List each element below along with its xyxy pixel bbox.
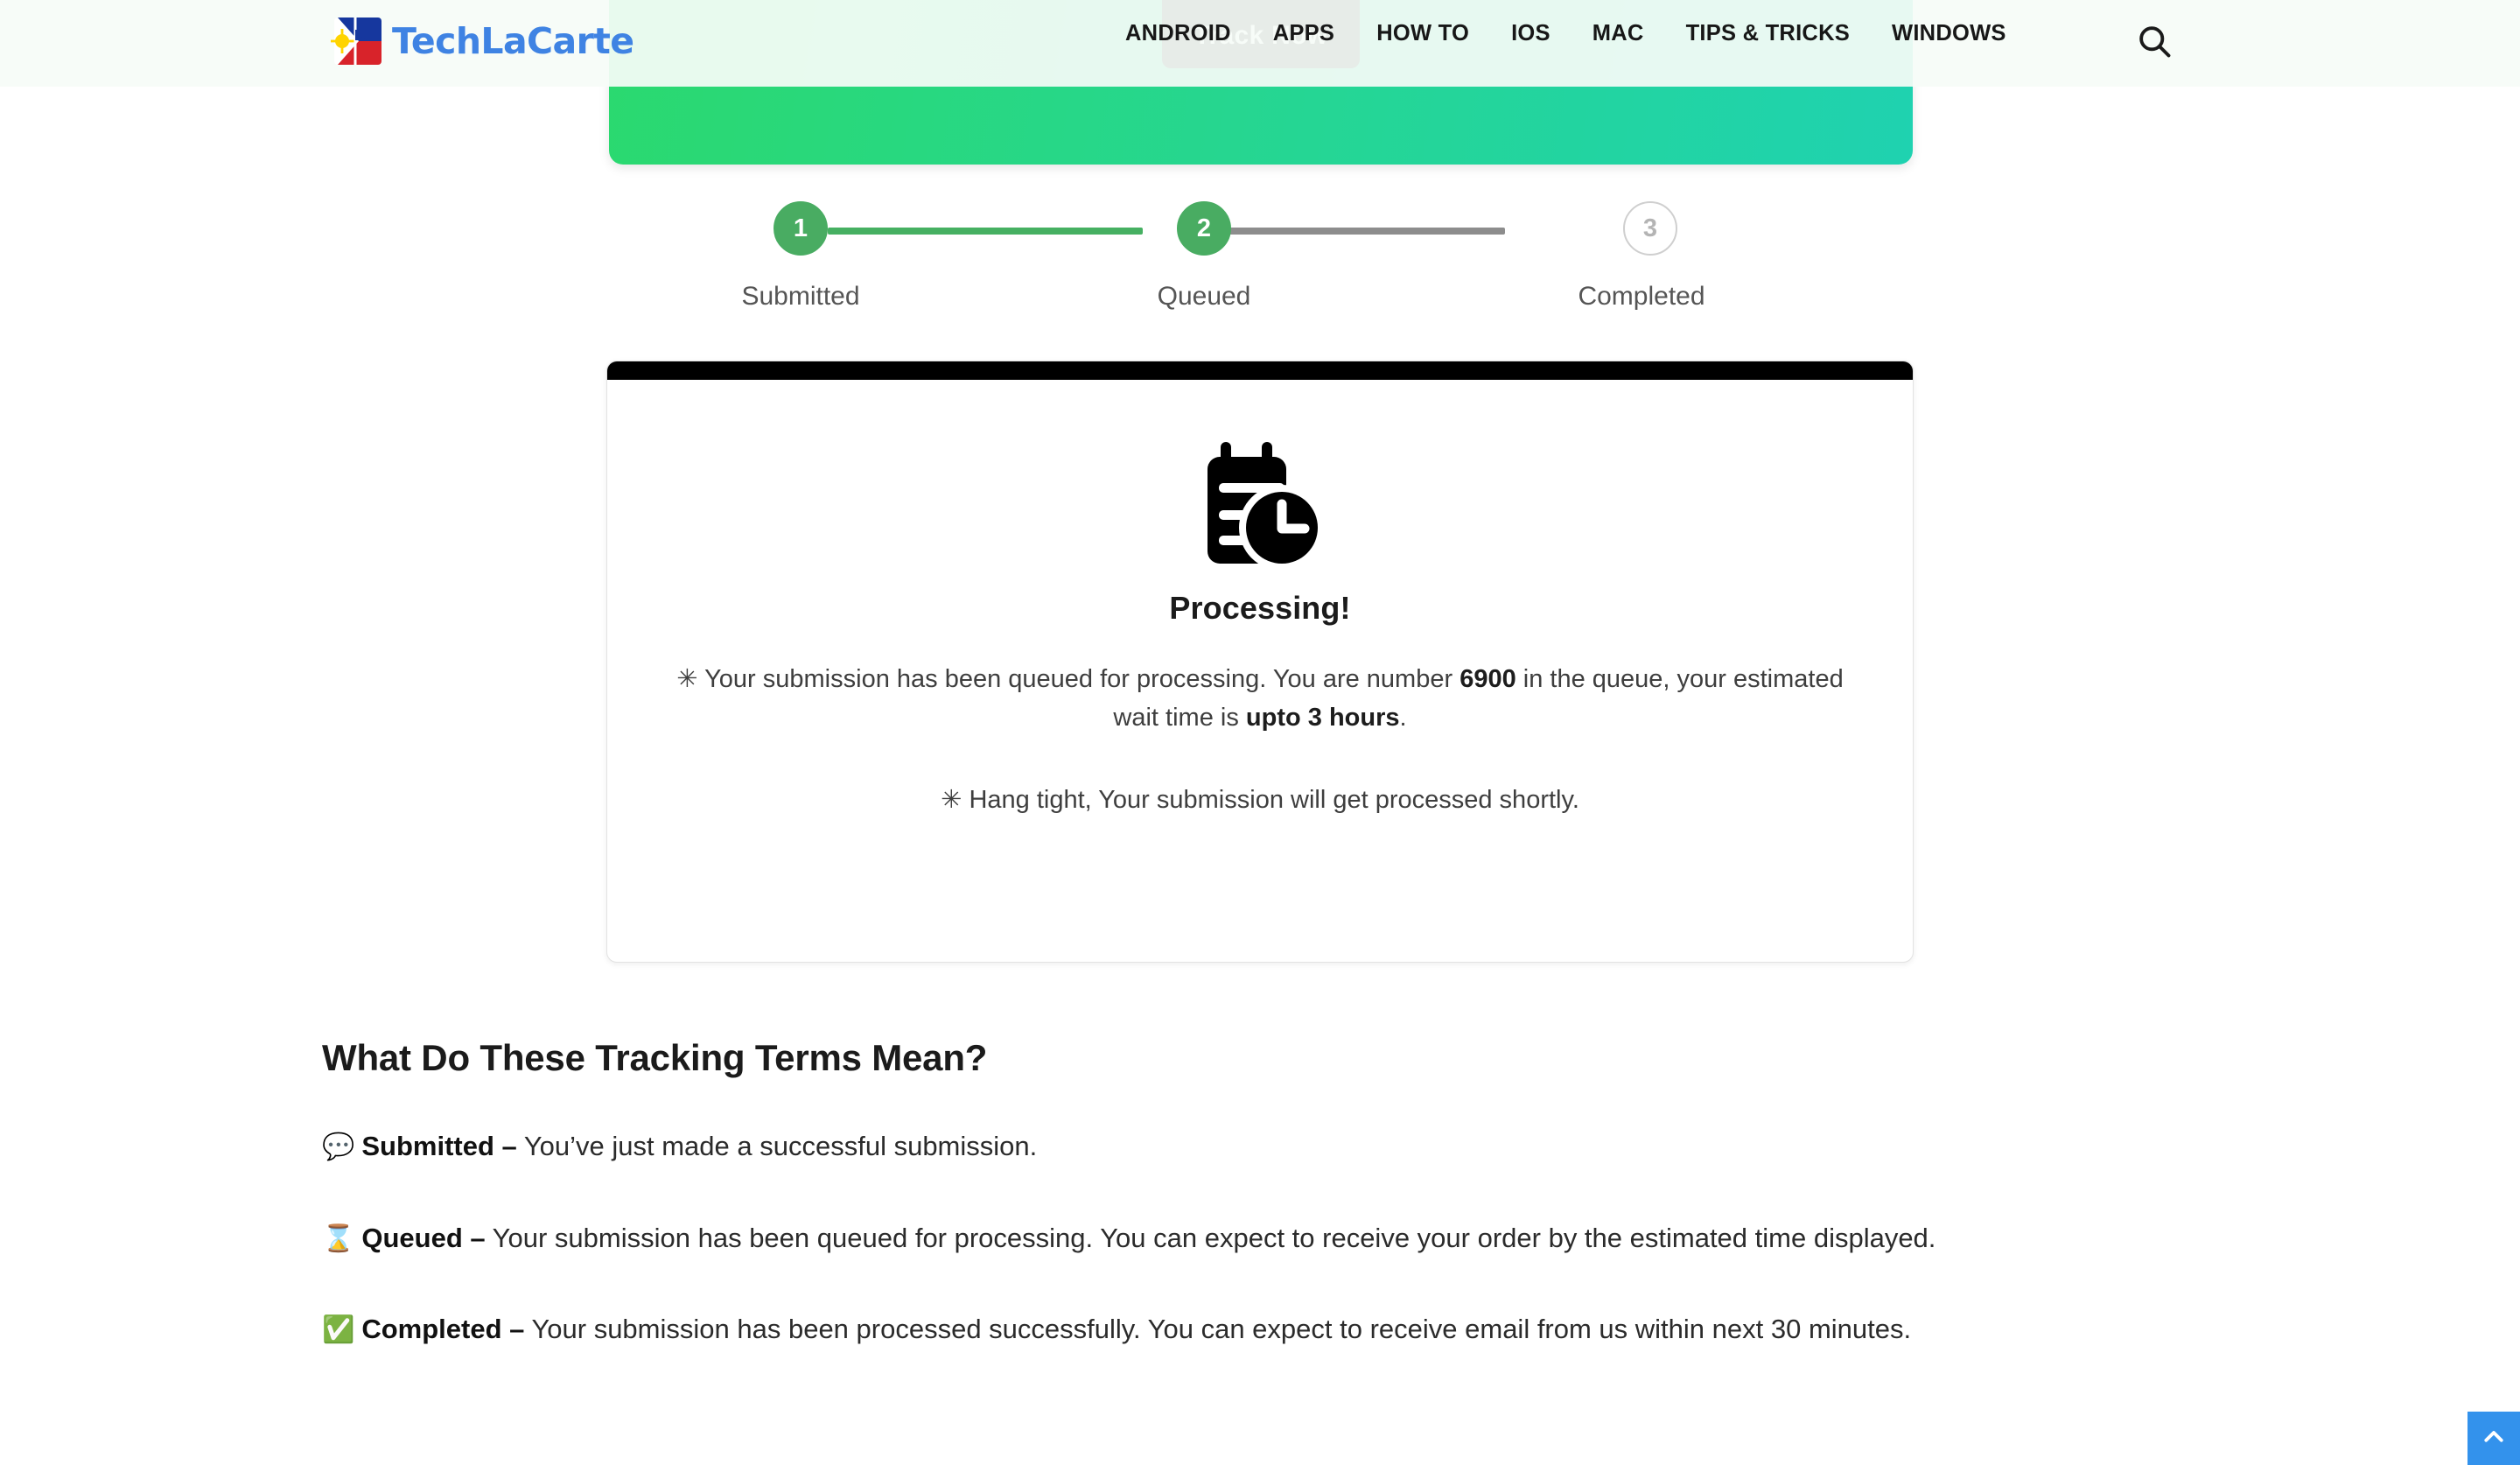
tracking-terms-heading: What Do These Tracking Terms Mean? xyxy=(322,1037,988,1078)
status-title: Processing! xyxy=(1169,590,1351,626)
progress-stepper: 1 2 3 Submitted Queued Completed xyxy=(735,201,1741,333)
speech-balloon-icon: 💬 xyxy=(322,1132,355,1162)
status-card-body: Processing! ✳ Your submission has been q… xyxy=(607,380,1913,875)
site-header: TechLaCarte ANDROID APPS HOW TO IOS MAC … xyxy=(0,0,2520,87)
stepper-step-3-completed: 3 xyxy=(1623,201,1677,256)
nav-item-apps[interactable]: APPS xyxy=(1252,22,1355,46)
nav-item-tips-and-tricks[interactable]: TIPS & TRICKS xyxy=(1665,22,1871,46)
status-message: ✳ Your submission has been queued for pr… xyxy=(661,660,1859,737)
status-card-accent-bar xyxy=(607,361,1913,380)
term-name-completed: Completed – xyxy=(361,1314,525,1345)
nav-item-windows[interactable]: WINDOWS xyxy=(1871,22,2027,46)
stepper-label-queued: Queued xyxy=(1157,282,1251,311)
stepper-label-submitted: Submitted xyxy=(741,282,860,311)
nav-item-mac[interactable]: MAC xyxy=(1572,22,1665,46)
queue-number: 6900 xyxy=(1460,665,1516,693)
calendar-clock-icon xyxy=(656,438,1864,571)
stepper-connector-completed xyxy=(828,228,1143,235)
term-item-queued: ⌛ Queued – Your submission has been queue… xyxy=(322,1216,2199,1261)
term-name-queued: Queued – xyxy=(361,1222,486,1253)
term-text-completed: Your submission has been processed succe… xyxy=(524,1314,1912,1345)
term-item-completed: ✅ Completed – Your submission has been pr… xyxy=(322,1307,2199,1352)
techlacarte-flag-logo-icon xyxy=(329,14,387,68)
status-sub-message: ✳ Hang tight, Your submission will get p… xyxy=(941,786,1579,815)
nav-item-how-to[interactable]: HOW TO xyxy=(1355,22,1490,46)
stepper-label-completed: Completed xyxy=(1578,282,1705,311)
status-card: Processing! ✳ Your submission has been q… xyxy=(606,361,1914,963)
term-text-queued: Your submission has been queued for proc… xyxy=(485,1222,1936,1253)
scroll-to-top-button[interactable] xyxy=(2468,1412,2520,1465)
term-name-submitted: Submitted – xyxy=(361,1131,517,1161)
tracking-terms-section: What Do These Tracking Terms Mean? 💬 Subm… xyxy=(322,1037,2199,1352)
search-icon[interactable] xyxy=(2131,18,2178,65)
estimated-wait-time: upto 3 hours xyxy=(1245,704,1400,732)
stepper-step-1-submitted: 1 xyxy=(774,201,828,256)
hourglass-icon: ⌛ xyxy=(322,1223,355,1254)
site-logo-link[interactable]: TechLaCarte xyxy=(329,14,634,68)
nav-item-android[interactable]: ANDROID xyxy=(1104,22,1252,46)
status-message-suffix: . xyxy=(1399,704,1407,732)
page-root: Track Now xyxy=(0,0,2520,1465)
site-logo-text: TechLaCarte xyxy=(392,19,634,62)
stepper-track: 1 2 3 xyxy=(735,201,1741,261)
chevron-up-icon xyxy=(2481,1424,2507,1453)
nav-item-ios[interactable]: IOS xyxy=(1490,22,1572,46)
term-item-submitted: 💬 Submitted – You’ve just made a successf… xyxy=(322,1125,2199,1169)
main-navigation: ANDROID APPS HOW TO IOS MAC TIPS & TRICK… xyxy=(1104,22,2027,46)
status-message-prefix: ✳ Your submission has been queued for pr… xyxy=(676,665,1460,693)
check-mark-button-icon: ✅ xyxy=(322,1314,355,1346)
stepper-connector-pending xyxy=(1190,228,1505,235)
term-text-submitted: You’ve just made a successful submission… xyxy=(516,1131,1038,1161)
stepper-step-2-queued: 2 xyxy=(1177,201,1231,256)
